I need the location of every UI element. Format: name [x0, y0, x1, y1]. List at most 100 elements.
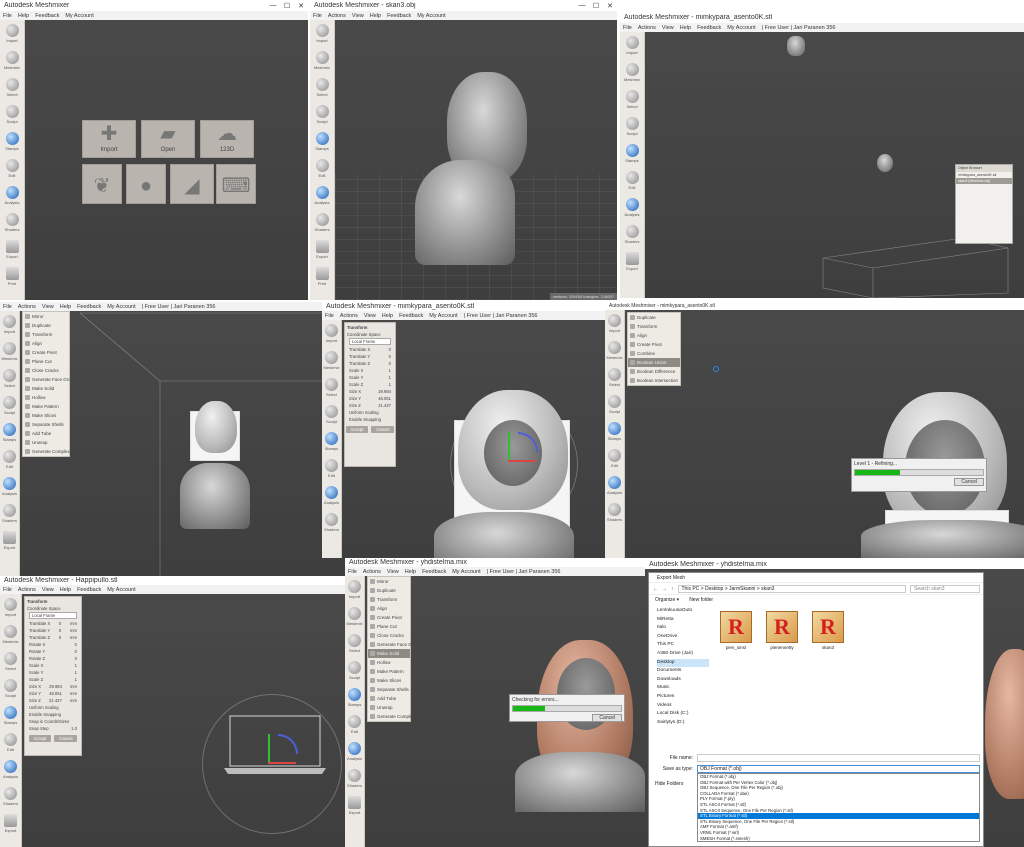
edit-transform[interactable]: Transform — [368, 595, 410, 604]
nav-item-drive-d[interactable]: Sairlytys (D:) — [657, 719, 709, 728]
sample-plane-button[interactable]: ◢ — [170, 164, 214, 204]
tool-shaders[interactable]: Shaders — [0, 500, 19, 527]
uniform-scaling-checkbox[interactable]: Uniform Scaling — [27, 704, 79, 711]
edit-close-cracks[interactable]: Close Cracks — [23, 366, 69, 375]
tool-analysis[interactable]: Analysis — [345, 738, 364, 765]
edit-make-solid[interactable]: Make Solid — [368, 649, 410, 658]
tool-shaders[interactable]: Shaders — [0, 783, 21, 810]
edit-separate-shells[interactable]: Separate Shells — [23, 420, 69, 429]
viewport[interactable]: Transform Coordinate Space Local Frame T… — [22, 594, 345, 847]
edit-generate-complex[interactable]: Generate Complex — [368, 712, 415, 721]
menu-help[interactable]: Help — [405, 569, 416, 575]
rotate-y-row[interactable]: Rotate Y0 — [27, 648, 79, 655]
nav-item-downloads[interactable]: Downloads — [657, 676, 709, 685]
tool-export[interactable]: Export — [620, 248, 644, 275]
accept-button[interactable]: Accept — [28, 735, 52, 742]
size-y-row[interactable]: Size Y 46.051 — [347, 395, 393, 402]
edit-create-pivot[interactable]: Create Pivot — [628, 340, 680, 349]
small-bust-model[interactable] — [787, 36, 805, 56]
tool-select[interactable]: Select — [322, 374, 341, 401]
tool-analysis[interactable]: Analysis — [0, 756, 21, 783]
edit-generate-face-groups[interactable]: Generate Face Groups — [368, 640, 423, 649]
cancel-button[interactable]: Cancel — [371, 426, 395, 433]
nav-item-desktop[interactable]: Desktop — [657, 658, 709, 668]
menu-feedback[interactable]: Feedback — [35, 13, 59, 19]
tool-stamps[interactable]: Stamps — [322, 428, 341, 455]
nav-item[interactable]: A360 Drive (Jari) — [657, 650, 709, 659]
file-item[interactable]: Rpien_sinst — [717, 611, 755, 671]
menu-view[interactable]: View — [662, 25, 674, 31]
tool-edit[interactable]: Edit — [620, 167, 644, 194]
size-x-row[interactable]: Size X 29.984 mm — [27, 683, 79, 690]
tool-stamps[interactable]: Stamps — [0, 419, 19, 446]
tool-sculpt[interactable]: Sculpt — [605, 391, 624, 418]
save-type-option[interactable]: SMESH Format (*.smesh) — [698, 836, 979, 842]
nav-item-music[interactable]: Music — [657, 684, 709, 693]
edit-mirror[interactable]: Mirror — [368, 577, 410, 586]
tool-stamps[interactable]: Stamps — [605, 418, 624, 445]
menu-feedback[interactable]: Feedback — [77, 587, 101, 593]
enable-snapping-checkbox[interactable]: Enable Snapping — [27, 711, 79, 718]
coord-space-select[interactable]: Local Frame — [29, 612, 77, 619]
tool-import[interactable]: Import — [345, 576, 364, 603]
tool-import[interactable]: Import — [0, 594, 21, 621]
tool-edit[interactable]: Edit — [322, 455, 341, 482]
boolean-union-item[interactable]: Boolean Union — [628, 358, 680, 367]
menu-file[interactable]: File — [623, 25, 632, 31]
translate-z-row[interactable]: Translate Z 0 mm — [27, 634, 79, 641]
nav-item[interactable]: LentokuusaOuto — [657, 607, 709, 616]
tool-edit[interactable]: Edit — [0, 446, 19, 473]
scale-y-row[interactable]: Scale Y1 — [347, 374, 393, 381]
rotate-z-row[interactable]: Rotate Z0 — [27, 655, 79, 662]
tool-export[interactable]: Export — [310, 236, 334, 263]
tool-meshmix[interactable]: Meshmix — [322, 347, 341, 374]
close-button[interactable]: ✕ — [294, 2, 308, 10]
path-breadcrumb[interactable]: This PC > Desktop > JarmSkanni > skan3 — [677, 584, 906, 593]
tool-print[interactable]: Print — [0, 263, 24, 290]
tool-meshmix[interactable]: Meshmix — [605, 337, 624, 364]
cancel-button[interactable]: Cancel — [592, 714, 622, 722]
menu-view[interactable]: View — [364, 313, 376, 319]
menu-actions[interactable]: Actions — [328, 13, 346, 19]
tool-stamps[interactable]: Stamps — [0, 702, 21, 729]
edit-plane-cut[interactable]: Plane Cut — [23, 357, 69, 366]
menu-file[interactable]: File — [313, 13, 322, 19]
translate-y-row[interactable]: Translate Y 0 mm — [27, 627, 79, 634]
edit-generate-complex[interactable]: Generate Complex — [23, 447, 70, 456]
tool-edit[interactable]: Edit — [605, 445, 624, 472]
accept-button[interactable]: Accept — [345, 426, 369, 433]
menu-help[interactable]: Help — [60, 587, 71, 593]
save-type-select[interactable]: OBJ Format (*.obj) — [697, 765, 980, 773]
tool-stamps[interactable]: Stamps — [620, 140, 644, 167]
translate-x-row[interactable]: Translate X 0 mm — [27, 620, 79, 627]
forward-arrow-icon[interactable]: → — [662, 586, 667, 592]
edit-align[interactable]: Align — [628, 331, 680, 340]
size-y-row[interactable]: Size Y 46.051 mm — [27, 690, 79, 697]
copper-helmet-model[interactable] — [985, 649, 1024, 799]
menu-file[interactable]: File — [348, 569, 357, 575]
start-open-button[interactable]: ▰ Open — [141, 120, 195, 158]
tool-import[interactable]: Import — [620, 32, 644, 59]
scanned-torso-model[interactable] — [415, 160, 515, 265]
menu-my-account[interactable]: My Account — [429, 313, 457, 319]
menu-my-account[interactable]: My Account — [727, 25, 755, 31]
menu-actions[interactable]: Actions — [638, 25, 656, 31]
tool-analysis[interactable]: Analysis — [605, 472, 624, 499]
coord-space-select[interactable]: Local Frame — [349, 338, 391, 345]
edit-unwrap[interactable]: Unwrap — [368, 703, 410, 712]
edit-transform[interactable]: Transform — [23, 330, 69, 339]
new-folder-button[interactable]: New folder — [689, 597, 713, 603]
tool-sculpt[interactable]: Sculpt — [345, 657, 364, 684]
bust-model[interactable] — [180, 463, 250, 529]
scale-x-row[interactable]: Scale X1 — [27, 662, 79, 669]
sample-bunny-button[interactable]: ❦ — [82, 164, 122, 204]
viewport[interactable]: Transform Coordinate Space Local Frame T… — [342, 320, 607, 558]
menu-view[interactable]: View — [42, 304, 54, 310]
menu-my-account[interactable]: My Account — [107, 304, 135, 310]
tool-print[interactable]: Print — [310, 263, 334, 290]
distant-head-model[interactable] — [877, 154, 893, 172]
search-input[interactable]: Search skan3 — [910, 584, 980, 593]
helmet-model[interactable] — [195, 401, 237, 453]
menu-help[interactable]: Help — [60, 304, 71, 310]
tool-sculpt[interactable]: Sculpt — [0, 675, 21, 702]
